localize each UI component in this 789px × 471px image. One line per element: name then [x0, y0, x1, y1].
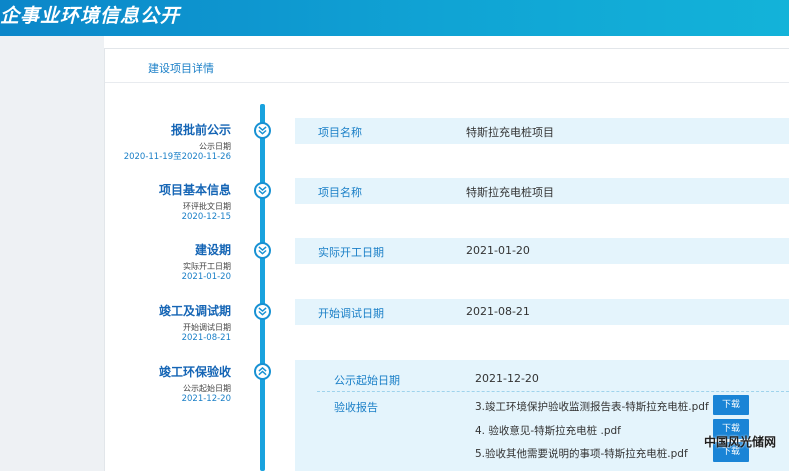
publicity-start-label: 公示起始日期	[334, 374, 400, 387]
chevron-down-icon[interactable]	[254, 303, 271, 320]
info-row-commission-date: 开始调试日期 2021-08-21	[295, 299, 789, 325]
breadcrumb-divider	[105, 82, 789, 83]
stage-date: 2020-11-19至2020-11-26	[123, 152, 231, 162]
stage-sub-label: 开始调试日期	[183, 323, 231, 332]
stage-pre-approval: 报批前公示 公示日期 2020-11-19至2020-11-26	[101, 123, 231, 163]
stage-date: 2021-12-20	[181, 394, 231, 404]
chevron-up-icon[interactable]	[254, 363, 271, 380]
left-background	[0, 36, 104, 471]
download-button[interactable]: 下载	[713, 395, 749, 415]
stage-acceptance: 竣工环保验收 公示起始日期 2021-12-20	[101, 365, 231, 405]
row-value: 特斯拉充电桩项目	[466, 186, 554, 199]
chevron-down-icon[interactable]	[254, 242, 271, 259]
row-key: 实际开工日期	[318, 246, 384, 259]
row-value: 特斯拉充电桩项目	[466, 126, 554, 139]
stage-commissioning: 竣工及调试期 开始调试日期 2021-08-21	[101, 304, 231, 344]
stage-sub-label: 实际开工日期	[183, 262, 231, 271]
report-file-link[interactable]: 3.竣工环境保护验收监测报告表-特斯拉充电桩.pdf	[475, 399, 709, 414]
stage-name: 项目基本信息	[158, 183, 231, 197]
stage-name: 竣工环保验收	[158, 365, 231, 379]
chevron-down-icon[interactable]	[254, 182, 271, 199]
chevron-down-icon[interactable]	[254, 122, 271, 139]
info-row-project-name: 项目名称 特斯拉充电桩项目	[295, 118, 789, 144]
acceptance-report-label: 验收报告	[334, 401, 378, 414]
row-value: 2021-08-21	[466, 305, 530, 318]
report-file-link[interactable]: 4. 验收意见-特斯拉充电桩 .pdf	[475, 423, 621, 438]
info-row-project-name: 项目名称 特斯拉充电桩项目	[295, 178, 789, 204]
info-row-start-date: 实际开工日期 2021-01-20	[295, 238, 789, 264]
top-banner: 企事业环境信息公开	[0, 0, 789, 36]
stage-construction: 建设期 实际开工日期 2021-01-20	[101, 243, 231, 283]
acceptance-panel: 公示起始日期 2021-12-20 验收报告 3.竣工环境保护验收监测报告表-特…	[295, 360, 789, 471]
row-value: 2021-01-20	[466, 244, 530, 257]
stage-sub-label: 公示日期	[199, 142, 231, 151]
stage-date: 2021-01-20	[181, 272, 231, 282]
watermark-text: 中国风光储网	[704, 435, 777, 449]
row-key: 项目名称	[318, 186, 362, 199]
dashed-divider	[317, 391, 789, 392]
site-title: 企事业环境信息公开	[0, 5, 181, 27]
stage-sub-label: 环评批文日期	[183, 202, 231, 211]
row-key: 项目名称	[318, 126, 362, 139]
stage-date: 2021-08-21	[181, 333, 231, 343]
timeline-line	[260, 104, 265, 471]
breadcrumb-project-detail[interactable]: 建设项目详情	[148, 60, 214, 76]
report-file-link[interactable]: 5.验收其他需要说明的事项-特斯拉充电桩.pdf	[475, 446, 688, 461]
stage-name: 建设期	[194, 243, 231, 257]
stage-date: 2020-12-15	[181, 212, 231, 222]
row-key: 开始调试日期	[318, 307, 384, 320]
stage-name: 竣工及调试期	[158, 304, 231, 318]
stage-sub-label: 公示起始日期	[183, 384, 231, 393]
stage-basic-info: 项目基本信息 环评批文日期 2020-12-15	[101, 183, 231, 223]
publicity-start-value: 2021-12-20	[475, 372, 539, 385]
stage-name: 报批前公示	[170, 123, 231, 137]
